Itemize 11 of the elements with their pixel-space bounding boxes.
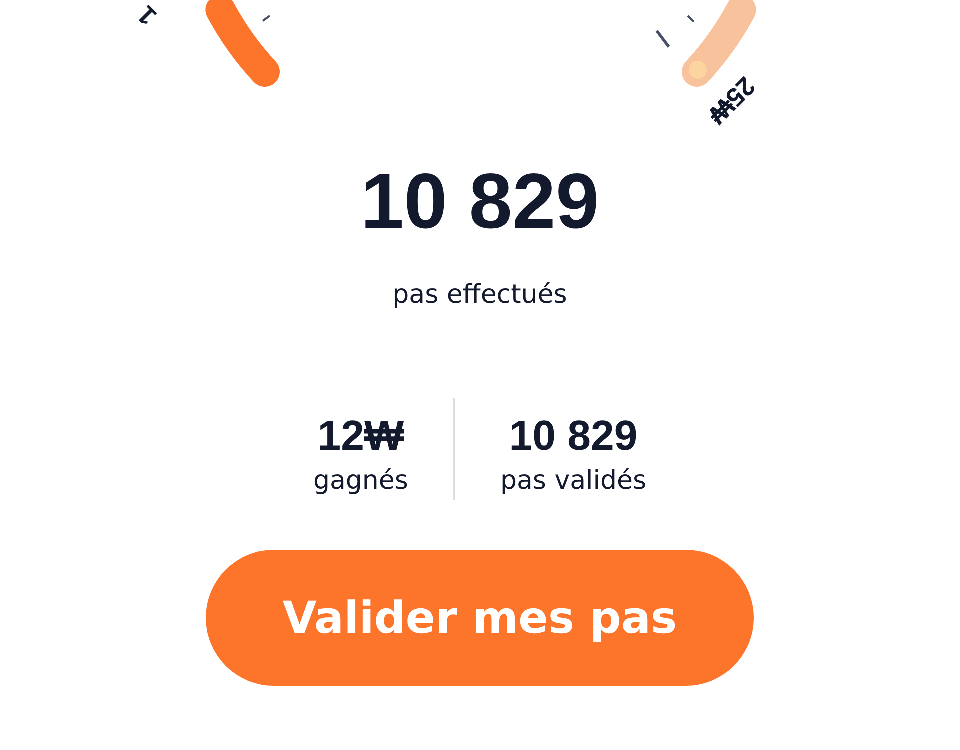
tick-mark	[656, 30, 670, 48]
gauge-label: 1	[131, 0, 164, 32]
step-label: pas effectués	[392, 280, 568, 310]
stat-value: 12₩	[318, 412, 404, 460]
step-count: 10 829	[360, 162, 600, 240]
tick-mark	[262, 15, 271, 22]
stat-label: gagnés	[313, 466, 408, 496]
stat-value: 10 829	[509, 412, 638, 460]
validate-button[interactable]: Valider mes pas	[206, 550, 754, 686]
tick-mark	[687, 15, 695, 23]
stat-label: pas validés	[500, 466, 647, 496]
